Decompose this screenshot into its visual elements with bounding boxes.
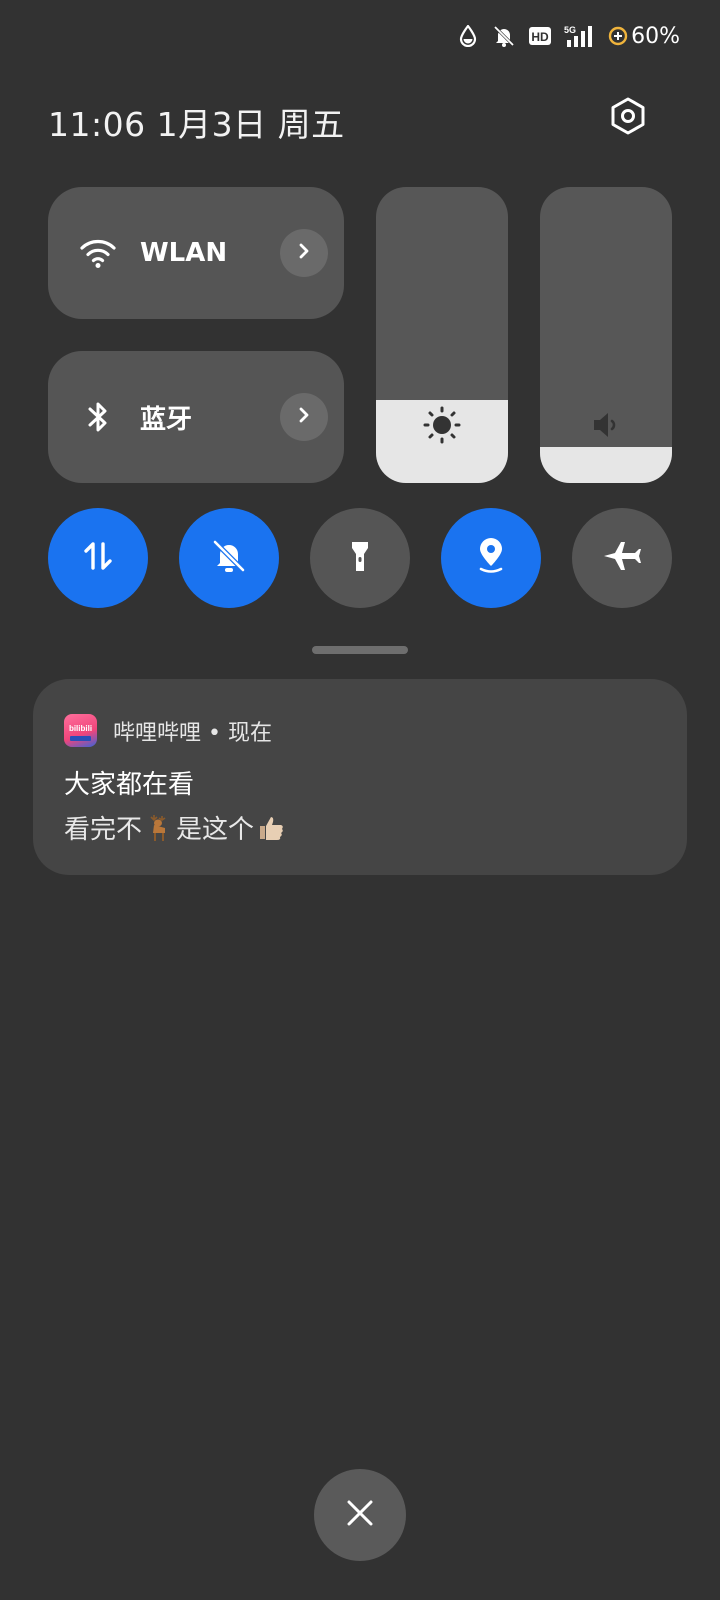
date-time: 11:06 1月3日 周五 <box>48 105 345 144</box>
location-toggle[interactable] <box>441 508 541 608</box>
volume-slider[interactable] <box>540 187 672 483</box>
notification-body: 看完不 是这个 <box>64 809 288 846</box>
brightness-slider[interactable] <box>376 187 508 483</box>
panel-drag-handle[interactable] <box>312 646 408 654</box>
hd-icon: HD <box>528 24 552 48</box>
mobile-data-icon <box>80 538 116 578</box>
app-icon-text: bilibili <box>69 724 92 733</box>
mute-bell-icon <box>210 537 248 579</box>
bluetooth-icon <box>78 397 118 437</box>
settings-button[interactable] <box>606 96 650 140</box>
status-bar: HD 5G 60% <box>456 18 680 54</box>
bluetooth-label: 蓝牙 <box>140 404 193 435</box>
notification-app-name: 哔哩哔哩 • 现在 <box>113 721 272 746</box>
flashlight-toggle[interactable] <box>310 508 410 608</box>
location-icon <box>472 536 510 580</box>
speaker-icon <box>586 405 626 445</box>
wlan-expand-button[interactable] <box>280 229 328 277</box>
sun-icon <box>422 405 462 445</box>
water-drop-icon <box>456 24 480 48</box>
notification-body-text-1: 看完不 <box>64 815 143 845</box>
thumbs-up-emoji <box>256 813 286 843</box>
chevron-right-icon <box>296 241 312 265</box>
close-button[interactable] <box>314 1469 406 1561</box>
settings-hex-icon <box>608 96 648 140</box>
bilibili-app-icon: bilibili <box>64 714 97 747</box>
battery-percent: 60% <box>631 23 680 49</box>
bluetooth-expand-button[interactable] <box>280 393 328 441</box>
battery-charging-icon <box>608 24 628 48</box>
notification-body-text-2: 是这个 <box>176 815 255 845</box>
bluetooth-tile[interactable]: 蓝牙 <box>48 351 344 483</box>
volume-level-fill <box>540 447 672 483</box>
chevron-right-icon <box>296 405 312 429</box>
mobile-data-toggle[interactable] <box>48 508 148 608</box>
wlan-tile[interactable]: WLAN <box>48 187 344 319</box>
deer-emoji <box>144 813 174 843</box>
notification-title: 大家都在看 <box>64 770 195 800</box>
wifi-icon <box>78 233 118 273</box>
airplane-toggle[interactable] <box>572 508 672 608</box>
airplane-icon <box>601 538 643 578</box>
flashlight-icon <box>342 537 378 579</box>
close-icon <box>344 1497 376 1533</box>
bell-off-icon <box>492 24 516 48</box>
notification-card[interactable]: bilibili 哔哩哔哩 • 现在 大家都在看 看完不 是这个 <box>33 679 687 875</box>
network-label: 5G <box>564 25 576 35</box>
signal-5g-icon: 5G <box>564 24 596 48</box>
mute-toggle[interactable] <box>179 508 279 608</box>
hd-label: HD <box>531 30 549 44</box>
wlan-label: WLAN <box>140 238 228 268</box>
